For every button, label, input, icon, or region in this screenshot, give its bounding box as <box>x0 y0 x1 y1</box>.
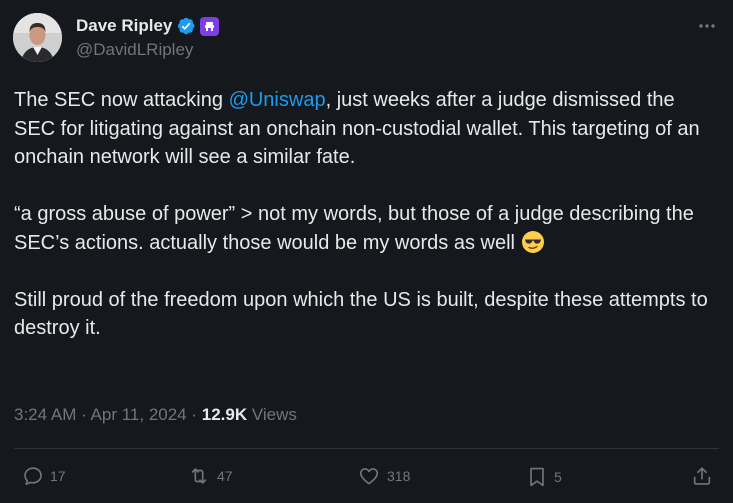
repost-button[interactable]: 47 <box>187 465 233 487</box>
action-bar: 17 47 318 5 <box>14 465 719 495</box>
divider <box>14 448 719 449</box>
reply-count: 17 <box>50 468 66 484</box>
tweet-text-segment: “a gross abuse of power” > not my words,… <box>14 203 694 254</box>
tweet-card: Dave Ripley @DavidLRipley The SEC now at… <box>0 0 733 503</box>
tweet-paragraph-3: Still proud of the freedom upon which th… <box>14 286 714 343</box>
mention-link[interactable]: @Uniswap <box>229 89 326 111</box>
views-label: Views <box>247 405 297 424</box>
verified-badge-icon[interactable] <box>176 16 196 36</box>
bookmark-button[interactable]: 5 <box>526 465 562 489</box>
name-row: Dave Ripley <box>76 14 220 38</box>
repost-count: 47 <box>217 468 233 484</box>
meta-separator: · <box>76 405 91 424</box>
tweet-paragraph-2: “a gross abuse of power” > not my words,… <box>14 200 714 257</box>
more-horizontal-icon[interactable] <box>695 14 719 38</box>
bookmark-icon <box>530 467 544 487</box>
avatar-photo <box>13 13 62 62</box>
heart-icon <box>359 468 379 485</box>
tweet-text-segment: Still proud of the freedom upon which th… <box>14 288 708 340</box>
reply-button[interactable]: 17 <box>22 465 66 487</box>
tweet-text: The SEC now attacking @Uniswap, just wee… <box>14 86 714 371</box>
views-count: 12.9K <box>201 405 248 424</box>
tweet-time[interactable]: 3:24 AM <box>14 405 76 424</box>
display-name[interactable]: Dave Ripley <box>76 16 172 36</box>
like-count: 318 <box>387 468 411 484</box>
share-icon <box>693 467 711 485</box>
bookmark-count: 5 <box>554 469 562 485</box>
author-header: Dave Ripley @DavidLRipley <box>76 14 220 60</box>
meta-separator: · <box>186 405 202 424</box>
like-button[interactable]: 318 <box>357 465 410 487</box>
repost-icon <box>191 468 207 484</box>
user-handle[interactable]: @DavidLRipley <box>76 40 219 60</box>
share-button[interactable] <box>691 465 713 487</box>
affiliation-badge-icon[interactable] <box>200 16 220 36</box>
tweet-meta: 3:24 AM · Apr 11, 2024 · 12.9K Views <box>14 405 297 425</box>
avatar[interactable] <box>13 13 62 62</box>
tweet-date[interactable]: Apr 11, 2024 <box>91 405 187 424</box>
reply-icon <box>24 467 42 486</box>
tweet-text-segment: The SEC now attacking <box>14 89 229 111</box>
tweet-paragraph-1: The SEC now attacking @Uniswap, just wee… <box>14 86 714 172</box>
sunglasses-face-emoji-icon <box>521 230 545 254</box>
